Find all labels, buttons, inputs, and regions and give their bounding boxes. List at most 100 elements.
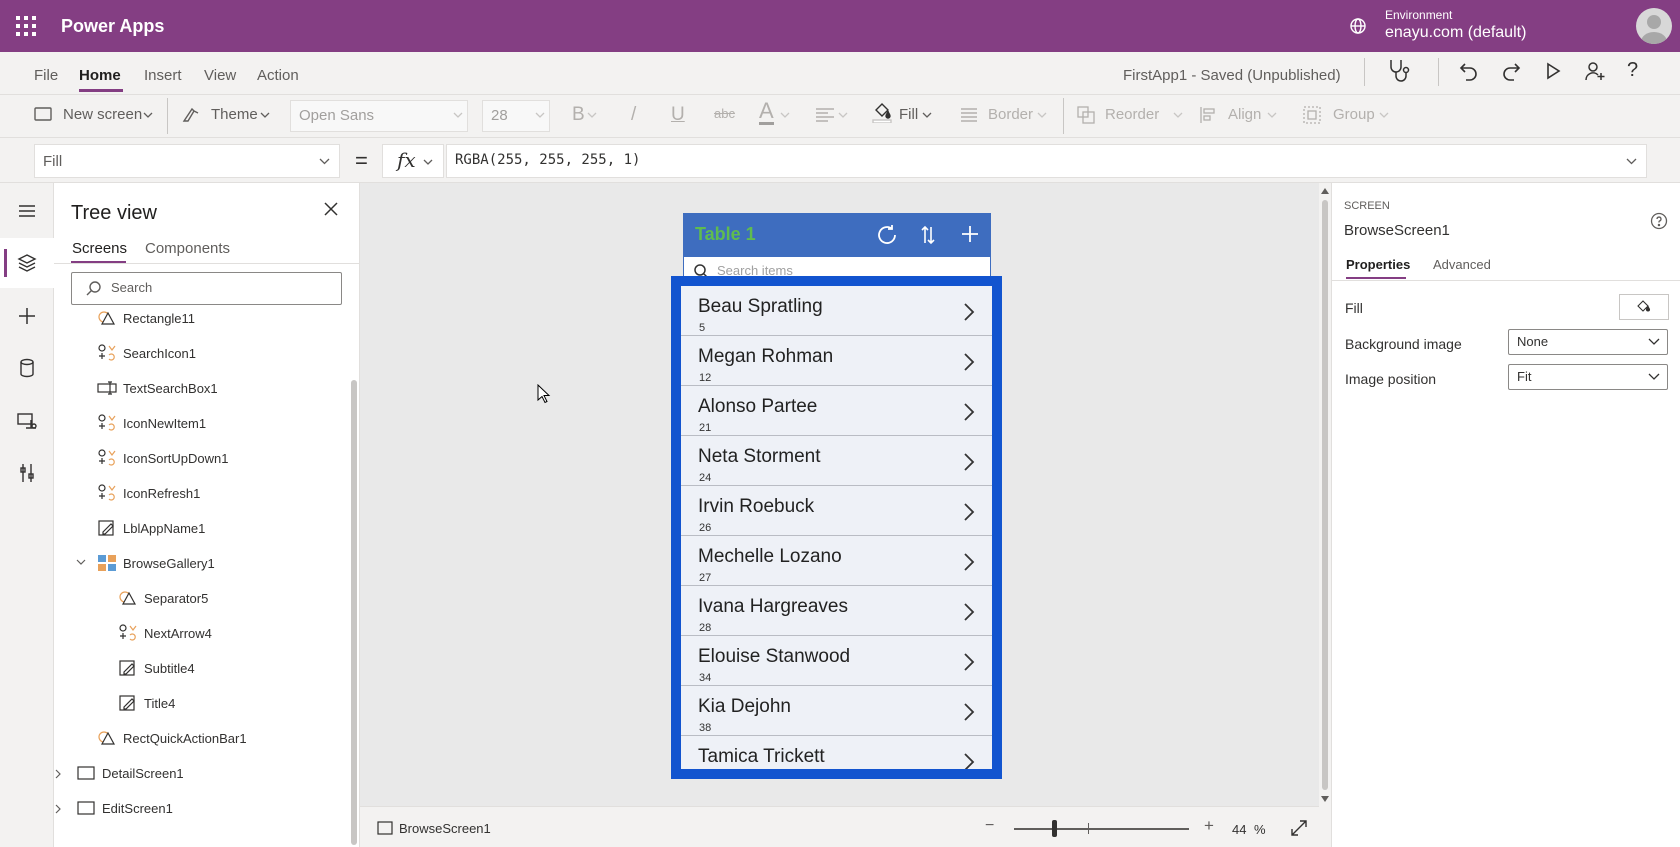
help-icon[interactable]: ? [1627, 59, 1638, 82]
zoom-slider-thumb[interactable] [1052, 820, 1057, 837]
chevron-right-icon[interactable] [55, 804, 65, 814]
fit-to-window-icon[interactable] [1290, 819, 1308, 837]
hamburger-menu-icon[interactable] [15, 199, 39, 223]
chevron-right-icon[interactable] [963, 352, 975, 372]
zoom-slider-track[interactable] [1014, 828, 1189, 830]
browse-gallery[interactable]: Beau Spratling 5 Megan Rohman 12 Alonso Part… [681, 286, 992, 769]
chevron-right-icon[interactable] [963, 452, 975, 472]
play-icon[interactable] [1543, 61, 1563, 81]
app-checker-icon[interactable] [1386, 58, 1410, 84]
tree-node-label: RectQuickActionBar1 [123, 731, 247, 746]
sort-up-down-icon[interactable] [918, 224, 938, 246]
canvas-scrollbar-thumb[interactable] [1322, 200, 1328, 790]
gallery-item[interactable]: Ivana Hargreaves 28 [681, 586, 992, 636]
search-icon [85, 280, 102, 297]
label-icon [118, 693, 138, 713]
close-icon[interactable] [323, 201, 339, 217]
chevron-right-icon[interactable] [963, 702, 975, 722]
chevron-right-icon[interactable] [963, 552, 975, 572]
background-image-select[interactable]: None [1508, 329, 1668, 355]
border-button[interactable]: Border [988, 106, 1033, 123]
strikethrough-button[interactable]: abc [714, 106, 735, 121]
underline-button[interactable]: U [671, 104, 685, 126]
property-select[interactable]: Fill [34, 144, 340, 178]
chevron-right-icon[interactable] [963, 502, 975, 522]
chevron-right-icon[interactable] [963, 752, 975, 769]
expand-formula-icon[interactable] [1626, 158, 1637, 165]
chevron-right-icon[interactable] [963, 652, 975, 672]
font-family-select[interactable]: Open Sans [290, 100, 468, 132]
tab-advanced[interactable]: Advanced [1433, 257, 1491, 272]
equals-sign: = [355, 148, 368, 173]
gallery-item[interactable]: Irvin Roebuck 26 [681, 486, 992, 536]
menu-view[interactable]: View [204, 67, 236, 84]
chevron-right-icon[interactable] [963, 402, 975, 422]
data-icon[interactable] [15, 356, 39, 380]
app-title[interactable]: Power Apps [61, 16, 164, 37]
environment-icon[interactable] [1348, 16, 1368, 36]
chevron-right-icon[interactable] [963, 602, 975, 622]
selected-control-name[interactable]: BrowseScreen1 [1344, 222, 1450, 239]
environment-value[interactable]: enayu.com (default) [1385, 24, 1526, 42]
fill-button[interactable]: Fill [899, 106, 918, 123]
avatar[interactable] [1636, 8, 1672, 44]
theme-button[interactable]: Theme [211, 106, 258, 123]
gallery-item[interactable]: Kia Dejohn 38 [681, 686, 992, 736]
media-icon[interactable] [15, 409, 39, 433]
menu-file[interactable]: File [34, 67, 58, 84]
share-user-icon[interactable] [1584, 60, 1606, 82]
reorder-button[interactable]: Reorder [1105, 106, 1159, 123]
text-align-icon[interactable] [815, 107, 835, 123]
theme-icon [182, 107, 200, 123]
app-name-label[interactable]: Table 1 [695, 224, 756, 245]
tree-search-input[interactable]: Search [71, 272, 342, 305]
group-button[interactable]: Group [1333, 106, 1375, 123]
advanced-tools-icon[interactable] [15, 461, 39, 485]
chevron-right-icon[interactable] [963, 302, 975, 322]
gallery-item[interactable]: Tamica Trickett [681, 736, 992, 769]
align-button[interactable]: Align [1228, 106, 1261, 123]
selected-control-type: SCREEN [1344, 200, 1390, 212]
zoom-out-button[interactable]: − [985, 817, 994, 835]
zoom-in-button[interactable]: + [1204, 816, 1214, 836]
font-color-button[interactable]: A [759, 100, 774, 125]
tree-scrollbar[interactable] [351, 380, 357, 845]
tab-properties[interactable]: Properties [1346, 257, 1410, 272]
bold-button[interactable]: B [572, 104, 585, 126]
new-item-icon[interactable] [960, 224, 980, 244]
menu-action[interactable]: Action [257, 67, 299, 84]
menu-insert[interactable]: Insert [144, 67, 182, 84]
tab-components[interactable]: Components [145, 240, 230, 257]
tree-view-icon[interactable] [15, 251, 39, 275]
redo-icon[interactable] [1500, 60, 1522, 82]
refresh-icon[interactable] [875, 223, 899, 247]
image-position-select[interactable]: Fit [1508, 364, 1668, 390]
gallery-item[interactable]: Neta Storment 24 [681, 436, 992, 486]
undo-icon[interactable] [1458, 60, 1480, 82]
chevron-right-icon[interactable] [55, 769, 65, 779]
chevron-down-icon[interactable] [76, 559, 86, 569]
gallery-item[interactable]: Mechelle Lozano 27 [681, 536, 992, 586]
divider [1331, 280, 1680, 281]
insert-icon[interactable] [15, 304, 39, 328]
gallery-item[interactable]: Elouise Stanwood 34 [681, 636, 992, 686]
gallery-item[interactable]: Beau Spratling 5 [681, 286, 992, 336]
function-button[interactable]: fx [382, 144, 444, 178]
tree-node-label: IconSortUpDown1 [123, 451, 229, 466]
new-screen-button[interactable]: New screen [63, 106, 142, 123]
help-circle-icon[interactable] [1650, 212, 1668, 230]
fill-color-picker[interactable] [1619, 294, 1669, 320]
current-screen-name[interactable]: BrowseScreen1 [399, 821, 491, 836]
divider [54, 263, 360, 264]
rectangle-icon [97, 728, 117, 748]
screen-icon [76, 763, 96, 783]
formula-input[interactable]: RGBA(255, 255, 255, 1) [446, 144, 1647, 178]
gallery-item[interactable]: Alonso Partee 21 [681, 386, 992, 436]
gallery-item[interactable]: Megan Rohman 12 [681, 336, 992, 386]
scroll-up-arrow-icon[interactable] [1321, 188, 1329, 194]
tab-screens[interactable]: Screens [72, 240, 127, 257]
italic-button[interactable]: / [631, 104, 636, 126]
scroll-down-arrow-icon[interactable] [1321, 796, 1329, 802]
app-launcher-icon[interactable] [14, 14, 38, 38]
menu-home[interactable]: Home [79, 67, 121, 84]
